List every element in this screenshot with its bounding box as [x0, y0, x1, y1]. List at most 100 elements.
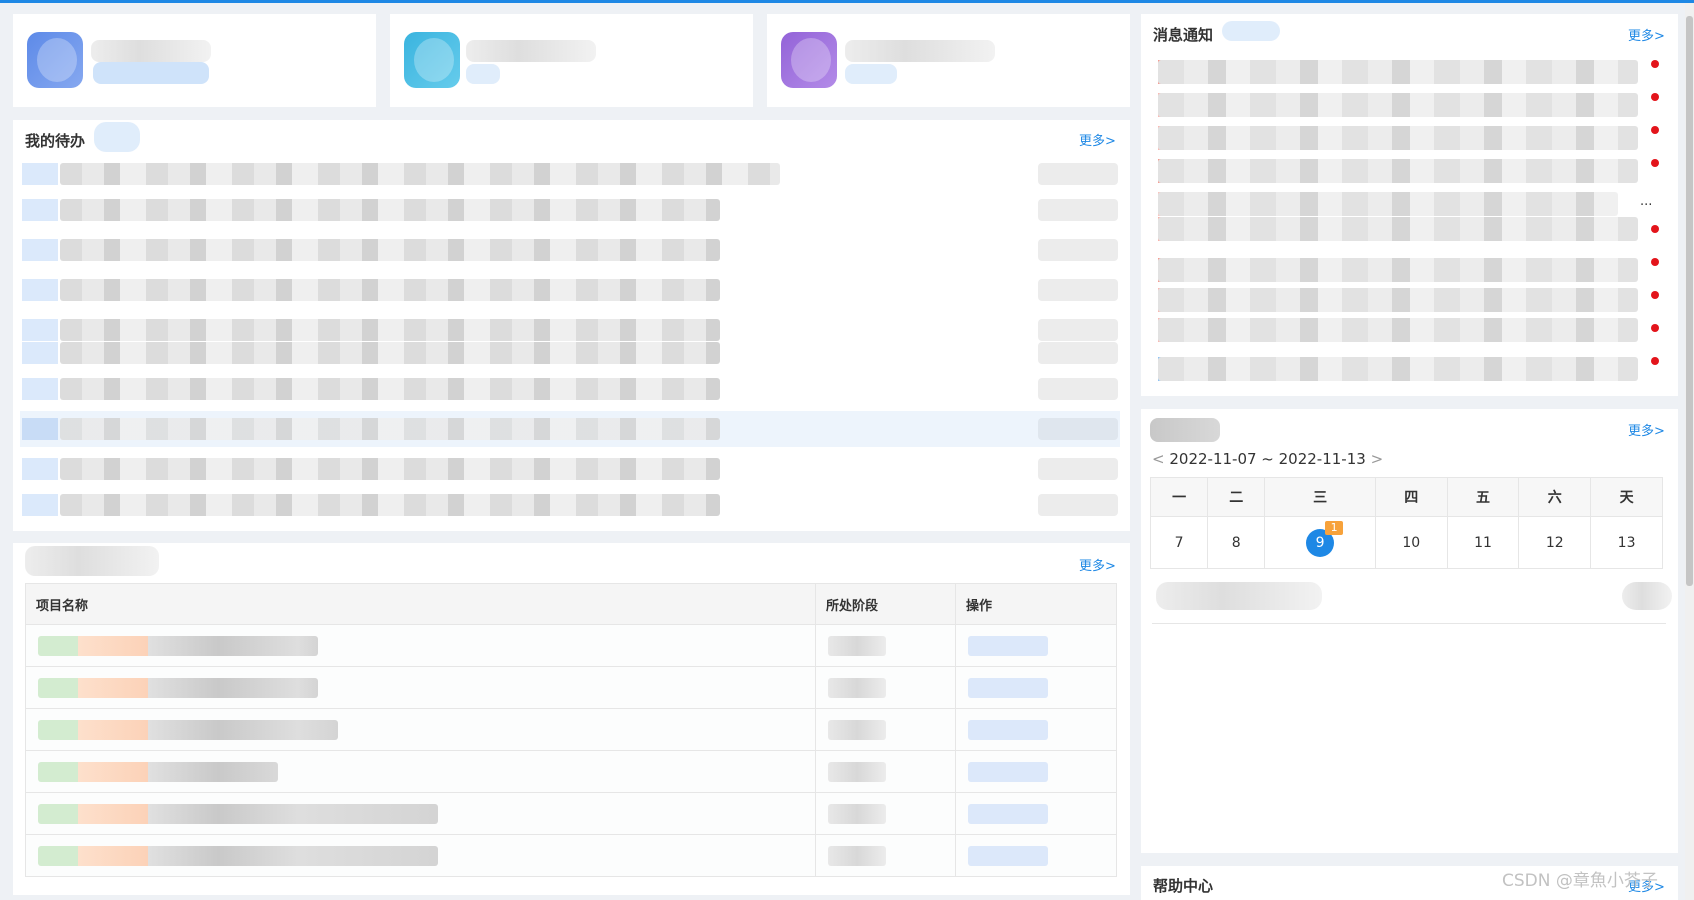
today-date: 9 — [1315, 534, 1325, 551]
todo-row-marker — [22, 279, 58, 301]
project-name-redacted[interactable] — [38, 719, 338, 740]
help-title: 帮助中心 — [1153, 877, 1214, 895]
project-stage-redacted — [828, 677, 886, 698]
todo-row-5-date — [1038, 319, 1118, 341]
todo-row-8[interactable] — [60, 418, 720, 440]
page-scrollbar-thumb[interactable] — [1686, 16, 1693, 586]
todo-row-marker — [22, 199, 58, 221]
todo-row-7[interactable] — [60, 378, 720, 400]
project-action-link[interactable] — [968, 677, 1048, 698]
table-row — [25, 708, 1117, 751]
notification-item-1[interactable] — [1158, 60, 1638, 84]
schedule-more-link[interactable]: 更多> — [1628, 420, 1665, 439]
todo-row-3[interactable] — [60, 239, 720, 261]
calendar-day[interactable]: 8 — [1207, 516, 1266, 569]
notification-item-9[interactable] — [1158, 318, 1638, 342]
calendar-day[interactable]: 10 — [1374, 516, 1448, 569]
todo-row-1-date — [1038, 163, 1118, 185]
notification-item-7[interactable] — [1158, 258, 1638, 282]
todo-more-link[interactable]: 更多> — [1079, 130, 1116, 149]
project-more-link[interactable]: 更多> — [1079, 555, 1116, 574]
project-action-link[interactable] — [968, 803, 1048, 824]
schedule-event-redacted[interactable] — [1156, 582, 1322, 610]
project-action-link[interactable] — [968, 719, 1048, 740]
notification-item-3[interactable] — [1158, 126, 1638, 150]
project-name-redacted[interactable] — [38, 635, 318, 656]
todo-row-marker — [22, 418, 58, 440]
week-range-label: 2022-11-07 ~ 2022-11-13 — [1169, 450, 1366, 468]
stat-card-3[interactable] — [767, 14, 1130, 107]
notification-item-5[interactable] — [1158, 192, 1618, 216]
table-row — [25, 834, 1117, 877]
todo-row-8-date — [1038, 418, 1118, 440]
project-col-name: 项目名称 — [25, 583, 816, 625]
todo-row-2-date — [1038, 199, 1118, 221]
calendar-day[interactable]: 12 — [1518, 516, 1592, 569]
table-row — [25, 750, 1117, 793]
project-stage-redacted — [828, 761, 886, 782]
top-accent-bar — [0, 0, 1694, 3]
todo-row-7-date — [1038, 378, 1118, 400]
notification-ellipsis: ... — [1640, 194, 1653, 209]
todo-row-6-date — [1038, 342, 1118, 364]
weekday-sat: 六 — [1518, 477, 1592, 517]
project-stage-redacted — [828, 635, 886, 656]
weekday-wed: 三 — [1264, 477, 1376, 517]
todo-row-4[interactable] — [60, 279, 720, 301]
notification-item-2[interactable] — [1158, 93, 1638, 117]
next-week-icon[interactable]: > — [1371, 450, 1384, 468]
schedule-divider — [1152, 623, 1666, 624]
project-name-redacted[interactable] — [38, 803, 438, 824]
prev-week-icon[interactable]: < — [1152, 450, 1165, 468]
project-action-link[interactable] — [968, 761, 1048, 782]
stat-card-1-label-redacted — [91, 40, 211, 62]
unread-dot — [1651, 225, 1659, 233]
project-stage-redacted — [828, 845, 886, 866]
weekday-sun: 天 — [1590, 477, 1663, 517]
todo-row-marker — [22, 458, 58, 480]
project-col-action: 操作 — [955, 583, 1117, 625]
project-action-link[interactable] — [968, 845, 1048, 866]
notification-item-6[interactable] — [1158, 217, 1638, 241]
todo-row-2[interactable] — [60, 199, 720, 221]
weekday-fri: 五 — [1446, 477, 1520, 517]
todo-row-4-date — [1038, 279, 1118, 301]
todo-row-marker — [22, 342, 58, 364]
todo-row-9[interactable] — [60, 458, 720, 480]
notification-count-redacted — [1222, 21, 1280, 41]
todo-row-marker — [22, 163, 58, 185]
todo-row-5[interactable] — [60, 319, 720, 341]
project-stage-redacted — [828, 719, 886, 740]
today-event-badge: 1 — [1325, 520, 1344, 535]
calendar-day[interactable]: 13 — [1590, 516, 1663, 569]
today-marker: 9 1 — [1306, 520, 1344, 557]
calendar-day-today[interactable]: 9 1 — [1264, 516, 1376, 569]
unread-dot — [1651, 291, 1659, 299]
calendar-day[interactable]: 7 — [1149, 516, 1209, 569]
stat-card-1-icon — [27, 32, 83, 88]
todo-row-10-date — [1038, 494, 1118, 516]
unread-dot — [1651, 60, 1659, 68]
project-name-redacted[interactable] — [38, 845, 438, 866]
notification-more-link[interactable]: 更多> — [1628, 25, 1665, 44]
calendar-day[interactable]: 11 — [1446, 516, 1520, 569]
stat-card-2[interactable] — [390, 14, 753, 107]
project-name-redacted[interactable] — [38, 677, 318, 698]
todo-row-6[interactable] — [60, 342, 720, 364]
notification-item-10[interactable] — [1158, 357, 1638, 381]
todo-row-10[interactable] — [60, 494, 720, 516]
project-name-redacted[interactable] — [38, 761, 278, 782]
stat-card-1[interactable] — [13, 14, 376, 107]
notification-item-8[interactable] — [1158, 288, 1638, 312]
todo-row-marker — [22, 494, 58, 516]
todo-row-1[interactable] — [60, 163, 780, 185]
project-action-link[interactable] — [968, 635, 1048, 656]
schedule-panel — [1141, 409, 1678, 853]
stat-card-2-icon — [404, 32, 460, 88]
unread-dot — [1651, 159, 1659, 167]
notification-item-4[interactable] — [1158, 159, 1638, 183]
week-calendar: 一 二 三 四 五 六 天 7 8 9 1 10 11 12 13 — [1149, 477, 1663, 569]
notification-title: 消息通知 — [1153, 26, 1214, 44]
todo-row-marker — [22, 319, 58, 341]
project-stage-redacted — [828, 803, 886, 824]
